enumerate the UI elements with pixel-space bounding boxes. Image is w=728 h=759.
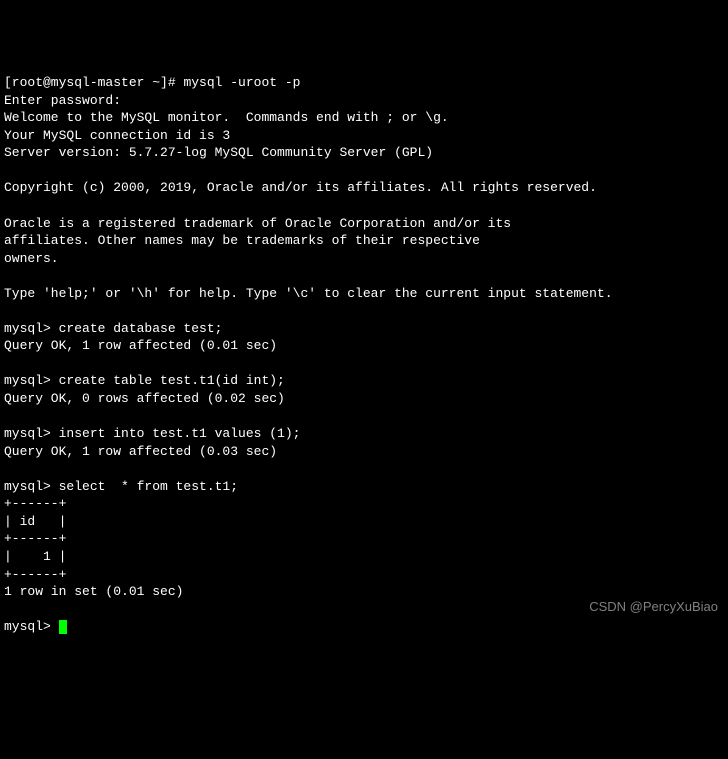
- mysql-prompt: mysql>: [4, 373, 59, 388]
- sql-command-3: insert into test.t1 values (1);: [59, 426, 301, 441]
- result-summary: 1 row in set (0.01 sec): [4, 584, 183, 599]
- table-header: | id |: [4, 514, 66, 529]
- mysql-prompt: mysql>: [4, 321, 59, 336]
- trademark-line-3: owners.: [4, 251, 59, 266]
- help-line: Type 'help;' or '\h' for help. Type '\c'…: [4, 286, 613, 301]
- sql-command-4: select * from test.t1;: [59, 479, 238, 494]
- welcome-line: Welcome to the MySQL monitor. Commands e…: [4, 110, 449, 125]
- trademark-line-2: affiliates. Other names may be trademark…: [4, 233, 480, 248]
- password-prompt: Enter password:: [4, 93, 121, 108]
- sql-command-1: create database test;: [59, 321, 223, 336]
- table-border: +------+: [4, 496, 66, 511]
- sql-result-1: Query OK, 1 row affected (0.01 sec): [4, 338, 277, 353]
- mysql-prompt: mysql>: [4, 426, 59, 441]
- copyright-line: Copyright (c) 2000, 2019, Oracle and/or …: [4, 180, 597, 195]
- sql-result-2: Query OK, 0 rows affected (0.02 sec): [4, 391, 285, 406]
- mysql-prompt: mysql>: [4, 619, 59, 634]
- connection-line: Your MySQL connection id is 3: [4, 128, 230, 143]
- watermark: CSDN @PercyXuBiao: [589, 598, 718, 616]
- mysql-prompt: mysql>: [4, 479, 59, 494]
- table-border: +------+: [4, 567, 66, 582]
- version-line: Server version: 5.7.27-log MySQL Communi…: [4, 145, 433, 160]
- shell-prompt: [root@mysql-master ~]#: [4, 75, 183, 90]
- table-border: +------+: [4, 531, 66, 546]
- trademark-line-1: Oracle is a registered trademark of Orac…: [4, 216, 511, 231]
- cursor-icon: [59, 620, 67, 634]
- sql-command-2: create table test.t1(id int);: [59, 373, 285, 388]
- table-row: | 1 |: [4, 549, 66, 564]
- sql-result-3: Query OK, 1 row affected (0.03 sec): [4, 444, 277, 459]
- shell-command: mysql -uroot -p: [183, 75, 300, 90]
- terminal-output[interactable]: [root@mysql-master ~]# mysql -uroot -p E…: [4, 74, 724, 636]
